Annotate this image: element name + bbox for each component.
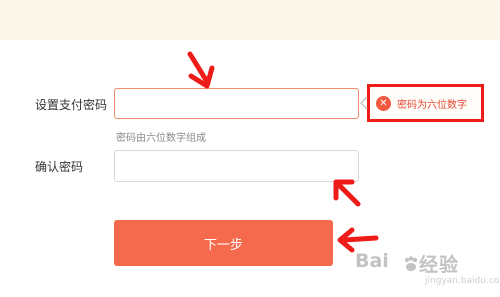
close-icon: ✕ [376, 95, 391, 111]
next-step-button[interactable]: 下一步 [114, 220, 333, 266]
tooltip-pointer [359, 96, 368, 110]
watermark-url: jingyan.baidu.com [425, 276, 500, 286]
pay-password-label: 设置支付密码 [35, 98, 108, 112]
paw-logo-icon [404, 256, 418, 271]
annotation-arrow-icon [187, 51, 215, 89]
watermark-brand-right: 经验 [419, 254, 460, 276]
confirm-password-label: 确认密码 [35, 160, 84, 174]
pay-password-input[interactable] [114, 88, 359, 119]
top-banner-band [0, 0, 500, 40]
baidu-jingyan-watermark: Bai 经验 jingyan.baidu.com [355, 248, 500, 294]
password-hint: 密码由六位数字组成 [116, 133, 206, 144]
error-tooltip-text: 密码为六位数字 [397, 99, 467, 111]
confirm-password-input[interactable] [114, 150, 359, 182]
error-tooltip: ✕ 密码为六位数字 [367, 84, 484, 122]
watermark-brand-left: Bai [355, 250, 389, 272]
annotation-arrow-icon [333, 179, 361, 207]
